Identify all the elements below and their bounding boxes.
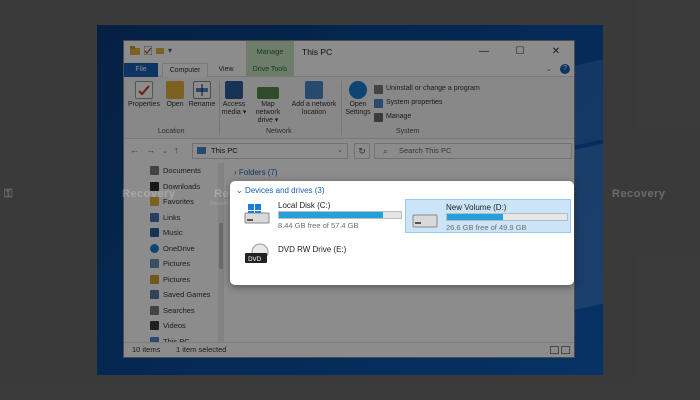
drive-e-name: DVD RW Drive (E:) [278, 245, 347, 254]
hard-drive-icon [412, 214, 438, 228]
watermark-text: Recovery [122, 188, 176, 200]
devices-group-header[interactable]: ⌄ Devices and drives (3) [236, 186, 325, 195]
drive-c-name: Local Disk (C:) [278, 201, 331, 210]
watermark-key-icon: ⚿ [4, 188, 13, 200]
dvd-drive-icon: DVD [245, 243, 269, 263]
drive-c[interactable]: Local Disk (C:) 8.44 GB free of 57.4 GB [238, 199, 403, 230]
drive-d[interactable]: New Volume (D:) 26.6 GB free of 49.9 GB [405, 199, 571, 233]
drive-d-name: New Volume (D:) [446, 203, 507, 212]
drive-d-free-space: 26.6 GB free of 49.9 GB [446, 223, 527, 232]
watermark-text: Recovery [612, 188, 666, 200]
drive-e[interactable]: DVD DVD RW Drive (E:) [238, 239, 403, 267]
drive-d-usage-fill [447, 214, 504, 220]
drive-d-usage-bar [446, 213, 568, 221]
windows-drive-icon [244, 204, 270, 224]
drive-c-usage-bar [278, 211, 402, 219]
devices-header-label: Devices and drives (3) [244, 186, 325, 195]
drive-c-free-space: 8.44 GB free of 57.4 GB [278, 221, 359, 230]
devices-and-drives-panel: ⌄ Devices and drives (3) Local Disk (C:)… [230, 181, 574, 285]
svg-text:DVD: DVD [248, 256, 262, 263]
drive-c-usage-fill [279, 212, 384, 218]
